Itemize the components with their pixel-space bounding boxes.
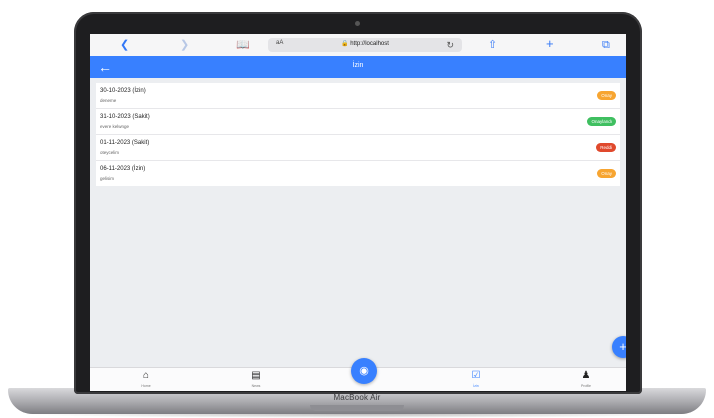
tabs-icon[interactable]: ⧉ bbox=[602, 37, 610, 53]
camera-button[interactable]: ◉ bbox=[351, 358, 377, 384]
tab-home[interactable]: ⌂ Home bbox=[126, 370, 166, 388]
tab-label: News bbox=[251, 384, 261, 388]
status-badge: Onay bbox=[597, 91, 616, 100]
address-bar[interactable]: aA 🔒 http://localhost ↻ bbox=[268, 38, 462, 52]
bookmarks-icon[interactable]: 📖 bbox=[236, 37, 250, 53]
leave-list: 30-10-2023 (İzin) deneme Onay 31-10-2023… bbox=[96, 83, 620, 186]
tab-profile[interactable]: ♟ Profile bbox=[566, 370, 606, 388]
forward-icon[interactable]: ❯ bbox=[180, 37, 189, 53]
status-badge: Onay bbox=[597, 169, 616, 178]
new-tab-icon[interactable]: + bbox=[546, 36, 554, 52]
item-description: deneme bbox=[100, 98, 117, 103]
laptop-notch bbox=[310, 405, 404, 411]
calendar-check-icon: ☑ bbox=[471, 370, 481, 381]
back-icon[interactable]: ❮ bbox=[120, 37, 129, 53]
reload-icon[interactable]: ↻ bbox=[446, 38, 454, 52]
tab-izin[interactable]: ☑ İzin bbox=[456, 370, 496, 388]
item-description: evere kelwnge bbox=[100, 124, 130, 129]
item-description: gelisim bbox=[100, 176, 115, 181]
add-button[interactable]: + bbox=[612, 336, 626, 358]
item-date: 31-10-2023 (Sakit) bbox=[100, 114, 150, 120]
tab-label: Profile bbox=[581, 384, 591, 388]
status-badge: Onaylandı bbox=[587, 117, 616, 126]
browser-toolbar: ❮ ❯ 📖 aA 🔒 http://localhost ↻ ⇧ + ⧉ bbox=[90, 34, 626, 57]
share-icon[interactable]: ⇧ bbox=[488, 37, 497, 53]
item-date: 30-10-2023 (İzin) bbox=[100, 88, 146, 94]
screen: ❮ ❯ 📖 aA 🔒 http://localhost ↻ ⇧ + ⧉ ← İz… bbox=[90, 34, 626, 391]
camera-icon: ◉ bbox=[359, 365, 369, 377]
tab-label: İzin bbox=[473, 384, 479, 388]
document-icon: ▤ bbox=[251, 370, 261, 381]
tab-news[interactable]: ▤ News bbox=[236, 370, 276, 388]
item-date: 06-11-2023 (İzin) bbox=[100, 166, 146, 172]
item-date: 01-11-2023 (Sakit) bbox=[100, 140, 150, 146]
list-item[interactable]: 30-10-2023 (İzin) deneme Onay bbox=[96, 83, 620, 109]
tab-bar: ⌂ Home ▤ News ◉ ☑ İzin ♟ Profile bbox=[90, 358, 626, 391]
app-header: ← İzin bbox=[90, 56, 626, 78]
page-title: İzin bbox=[352, 62, 364, 69]
home-icon: ⌂ bbox=[142, 370, 150, 381]
person-icon: ♟ bbox=[581, 370, 591, 381]
tab-label: Home bbox=[141, 384, 151, 388]
url-text[interactable]: 🔒 http://localhost bbox=[268, 40, 462, 47]
list-item[interactable]: 01-11-2023 (Sakit) oteycelim Reddi bbox=[96, 135, 620, 161]
laptop-model-label: MacBook Air bbox=[333, 393, 381, 402]
list-item[interactable]: 06-11-2023 (İzin) gelisim Onay bbox=[96, 161, 620, 186]
laptop-bezel: ❮ ❯ 📖 aA 🔒 http://localhost ↻ ⇧ + ⧉ ← İz… bbox=[74, 12, 642, 394]
list-item[interactable]: 31-10-2023 (Sakit) evere kelwnge Onaylan… bbox=[96, 109, 620, 135]
status-badge: Reddi bbox=[596, 143, 616, 152]
item-description: oteycelim bbox=[100, 150, 120, 155]
webcam bbox=[355, 21, 360, 26]
